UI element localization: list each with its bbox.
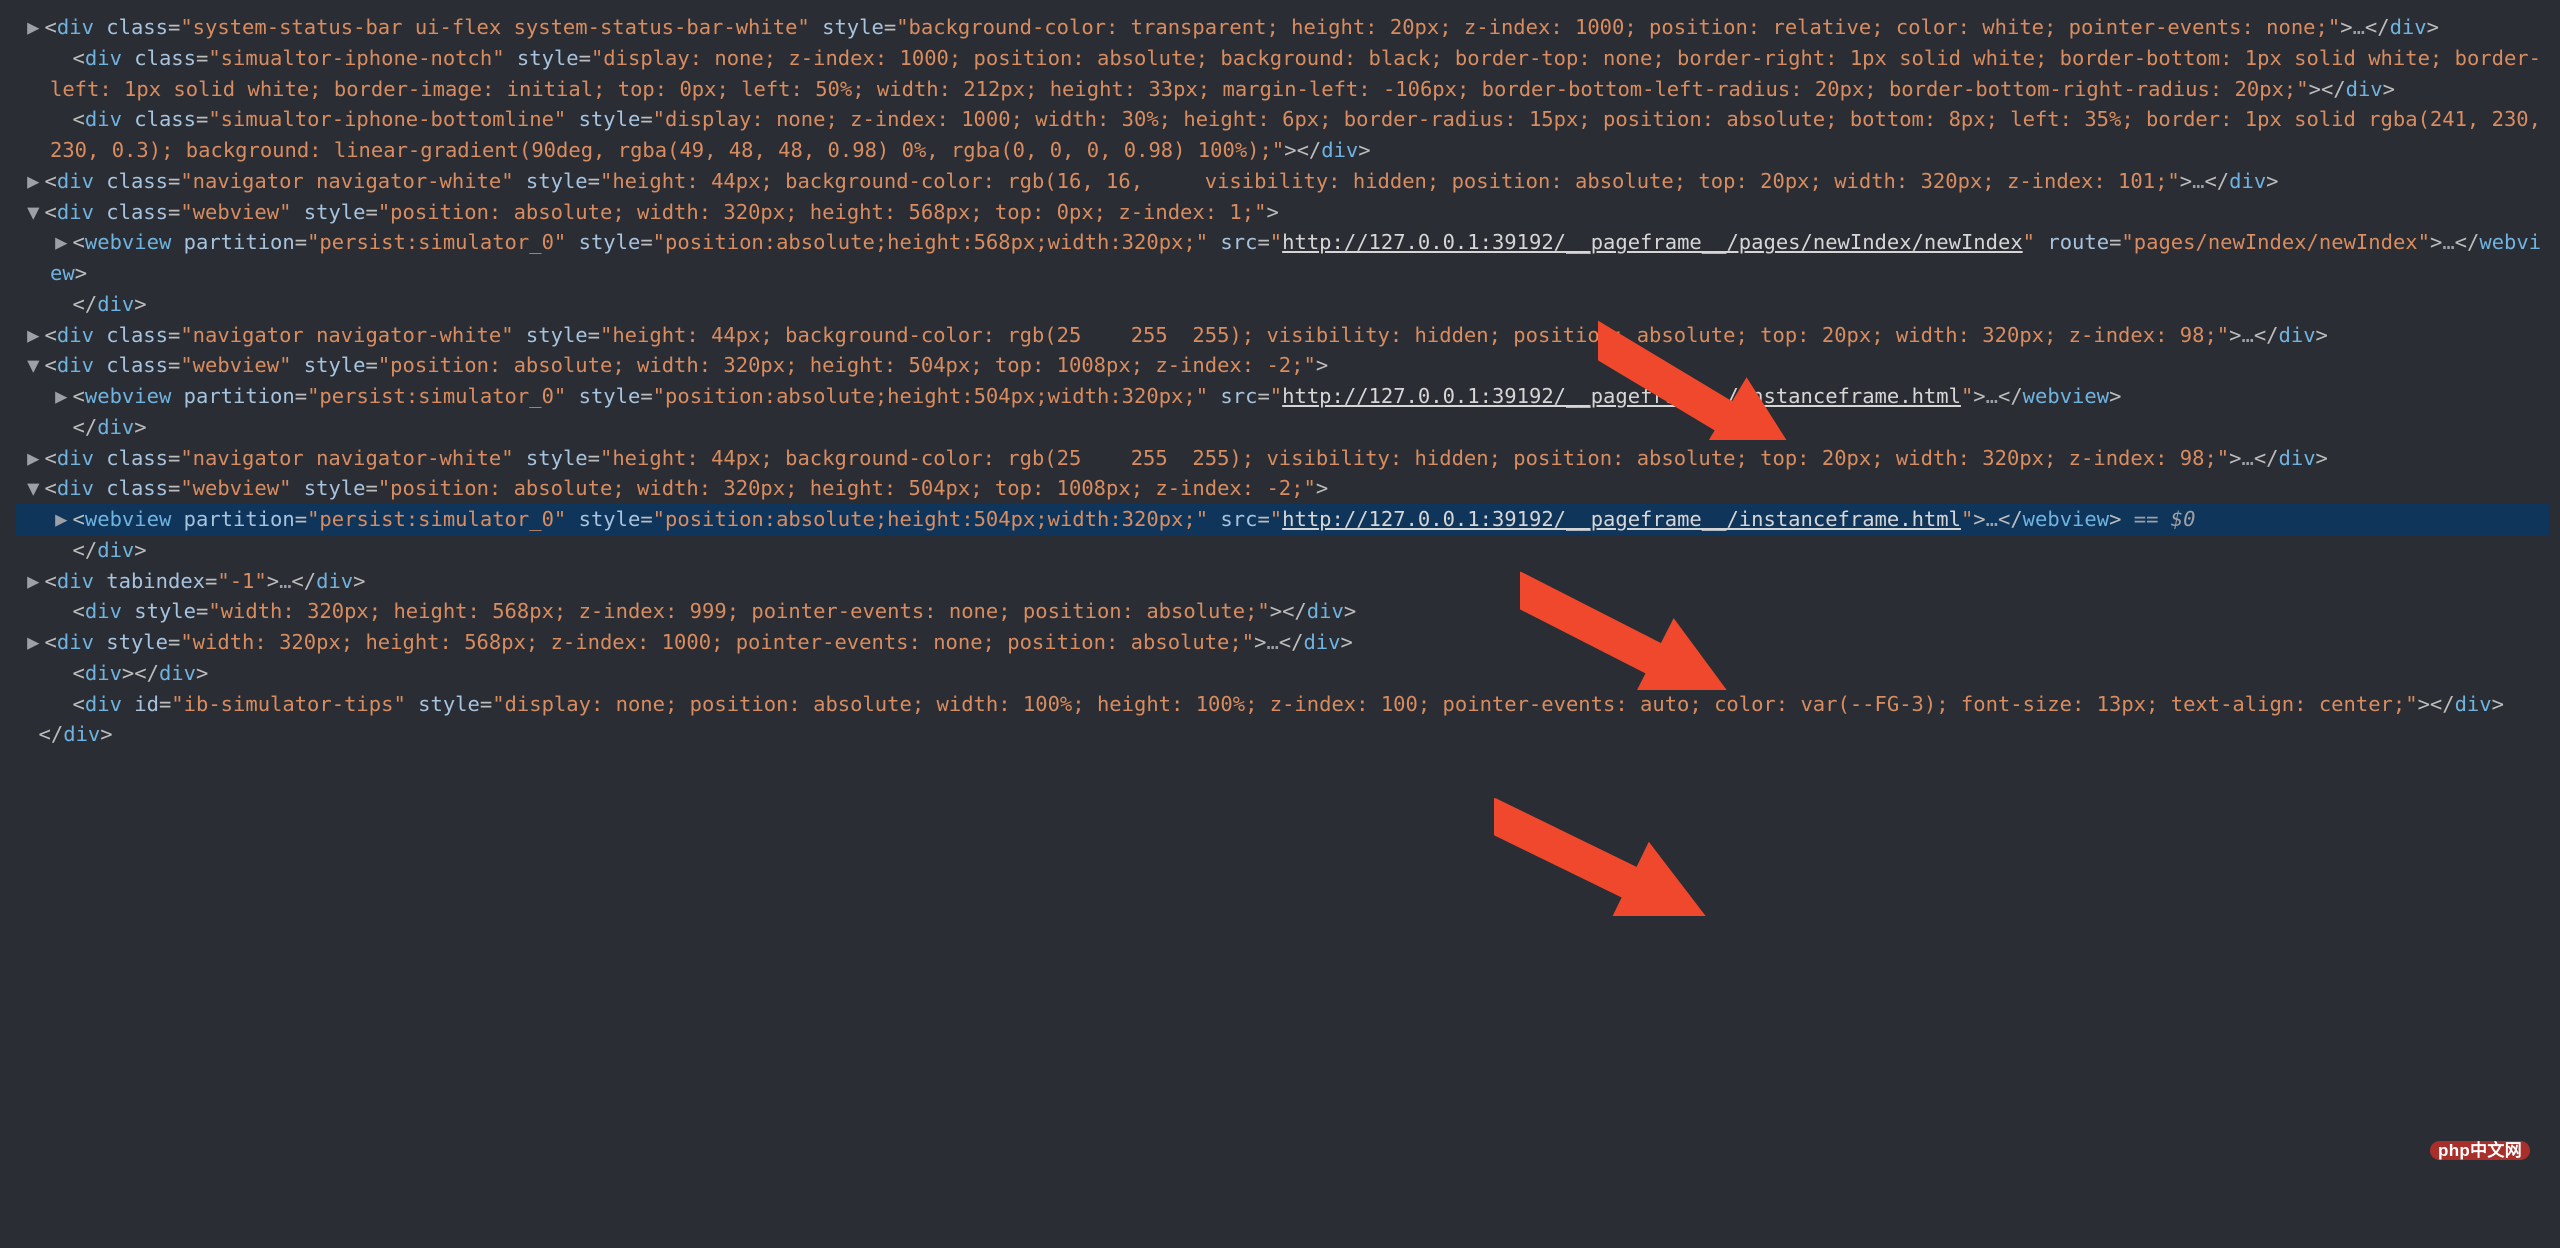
dom-node-line[interactable]: <div class="simualtor-iphone-bottomline"…	[16, 104, 2550, 166]
expand-triangle[interactable]: ▼	[22, 350, 45, 381]
dom-node-line[interactable]: <div></div>	[16, 658, 2550, 689]
expand-triangle[interactable]: ▼	[22, 473, 45, 504]
dom-node-line[interactable]: <div id="ib-simulator-tips" style="displ…	[16, 689, 2550, 720]
expand-triangle[interactable]: ▶	[22, 566, 45, 597]
dom-node-line[interactable]: </div>	[16, 289, 2550, 320]
dom-node-line[interactable]: ▶<div class="navigator navigator-white" …	[16, 166, 2550, 197]
code-lines-container: ▶<div class="system-status-bar ui-flex s…	[16, 12, 2550, 750]
dom-node-line[interactable]: </div>	[16, 535, 2550, 566]
dom-node-line[interactable]: ▶<div tabindex="-1">…</div>	[16, 566, 2550, 597]
expand-triangle[interactable]: ▼	[22, 197, 45, 228]
dom-node-line[interactable]: ▼<div class="webview" style="position: a…	[16, 350, 2550, 381]
expand-triangle[interactable]: ▶	[22, 320, 45, 351]
annotation-arrow-3	[1494, 756, 1774, 916]
devtools-dom-tree[interactable]: ▶<div class="system-status-bar ui-flex s…	[0, 0, 2560, 1248]
dom-node-line[interactable]: </div>	[16, 719, 2550, 750]
dom-node-line[interactable]: ▶<div class="system-status-bar ui-flex s…	[16, 12, 2550, 43]
watermark-badge: php中文网	[2430, 1141, 2530, 1160]
dom-node-line[interactable]: ▼<div class="webview" style="position: a…	[16, 473, 2550, 504]
dom-node-line[interactable]: ▶<div style="width: 320px; height: 568px…	[16, 627, 2550, 658]
dom-node-line[interactable]: ▶<webview partition="persist:simulator_0…	[16, 381, 2550, 412]
dom-node-line[interactable]: <div class="simualtor-iphone-notch" styl…	[16, 43, 2550, 105]
dom-node-line[interactable]: ▶<webview partition="persist:simulator_0…	[16, 504, 2550, 535]
dom-node-line[interactable]: ▶<webview partition="persist:simulator_0…	[16, 227, 2550, 289]
expand-triangle[interactable]: ▶	[50, 227, 73, 258]
expand-triangle[interactable]: ▶	[22, 166, 45, 197]
expand-triangle[interactable]: ▶	[22, 627, 45, 658]
dom-node-line[interactable]: ▼<div class="webview" style="position: a…	[16, 197, 2550, 228]
dom-node-line[interactable]: ▶<div class="navigator navigator-white" …	[16, 443, 2550, 474]
expand-triangle[interactable]: ▶	[22, 443, 45, 474]
dom-node-line[interactable]: </div>	[16, 412, 2550, 443]
expand-triangle[interactable]: ▶	[50, 381, 73, 412]
expand-triangle[interactable]: ▶	[22, 12, 45, 43]
expand-triangle[interactable]: ▶	[50, 504, 73, 535]
dom-node-line[interactable]: ▶<div class="navigator navigator-white" …	[16, 320, 2550, 351]
dom-node-line[interactable]: <div style="width: 320px; height: 568px;…	[16, 596, 2550, 627]
